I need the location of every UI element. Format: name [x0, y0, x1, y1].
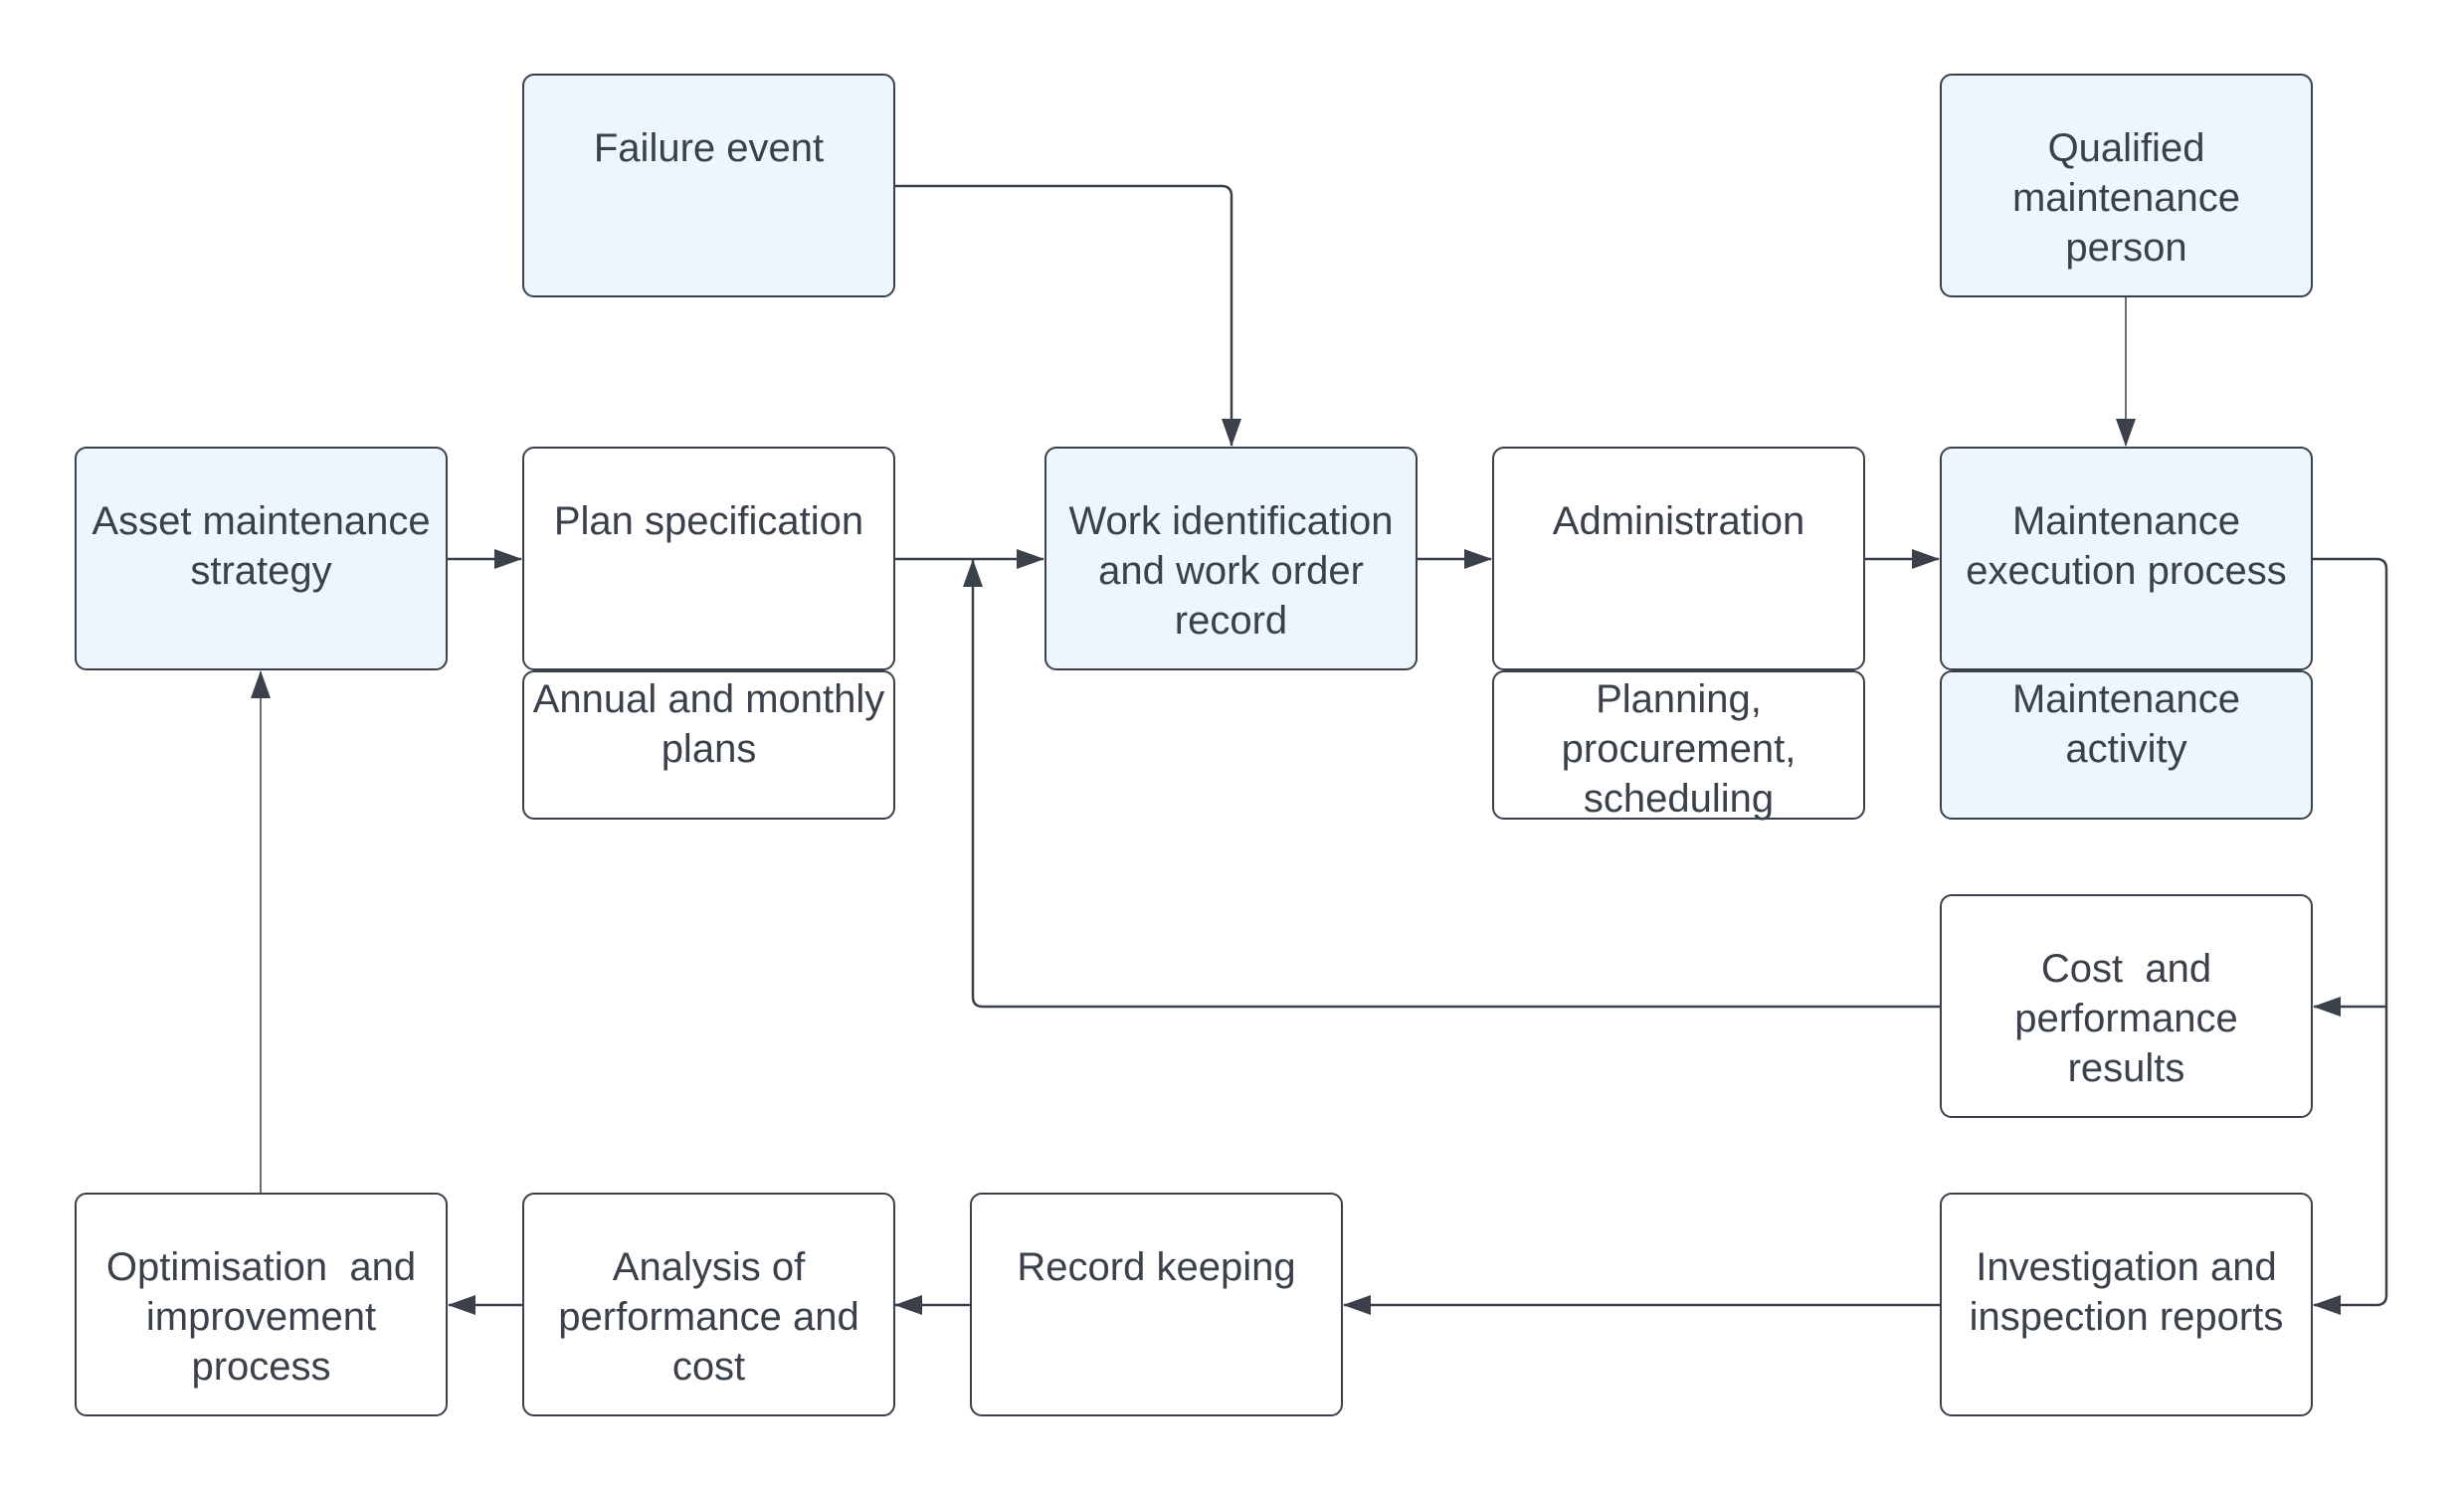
node-label: Qualified maintenance person	[2011, 126, 2241, 270]
node-optimisation-improvement[interactable]: Optimisation and improvement process	[75, 1193, 448, 1416]
node-label: Analysis of performance and cost	[558, 1245, 859, 1389]
node-plan-specification[interactable]: Plan specification	[522, 447, 895, 670]
node-failure-event[interactable]: Failure event	[522, 74, 895, 297]
edge-failure-to-workid	[895, 184, 1241, 447]
node-label: Maintenance execution process	[1966, 499, 2287, 593]
node-qualified-maintenance-person[interactable]: Qualified maintenance person	[1940, 74, 2313, 297]
node-administration[interactable]: Administration	[1492, 447, 1865, 670]
node-annual-monthly-plans[interactable]: Annual and monthly plans	[522, 670, 895, 820]
node-label: Planning, procurement, scheduling	[1561, 677, 1797, 821]
node-planning-procurement-scheduling[interactable]: Planning, procurement, scheduling	[1492, 670, 1865, 821]
node-label: Maintenance activity	[2011, 677, 2241, 771]
node-label: Cost and performance results	[2014, 947, 2249, 1090]
node-label: Investigation and inspection reports	[1969, 1245, 2284, 1339]
node-label: Annual and monthly plans	[532, 677, 885, 771]
node-maintenance-execution[interactable]: Maintenance execution process	[1940, 447, 2313, 670]
node-label: Failure event	[593, 126, 825, 170]
node-maintenance-activity[interactable]: Maintenance activity	[1940, 670, 2313, 820]
node-label: Record keeping	[1017, 1245, 1296, 1289]
diagram-canvas: Failure event Qualified maintenance pers…	[0, 0, 2464, 1492]
node-record-keeping[interactable]: Record keeping	[970, 1193, 1343, 1416]
node-analysis-performance-cost[interactable]: Analysis of performance and cost	[522, 1193, 895, 1416]
node-label: Work identification and work order recor…	[1068, 499, 1394, 643]
node-label: Administration	[1552, 499, 1805, 543]
node-asset-maintenance-strategy[interactable]: Asset maintenance strategy	[75, 447, 448, 670]
edge-maintexec-to-investigation	[2313, 557, 2388, 1315]
node-investigation-inspection[interactable]: Investigation and inspection reports	[1940, 1193, 2313, 1416]
node-label: Optimisation and improvement process	[105, 1245, 428, 1389]
node-label: Asset maintenance strategy	[92, 499, 431, 593]
node-cost-performance-results[interactable]: Cost and performance results	[1940, 894, 2313, 1118]
node-work-identification[interactable]: Work identification and work order recor…	[1044, 447, 1418, 670]
node-label: Plan specification	[553, 499, 864, 543]
